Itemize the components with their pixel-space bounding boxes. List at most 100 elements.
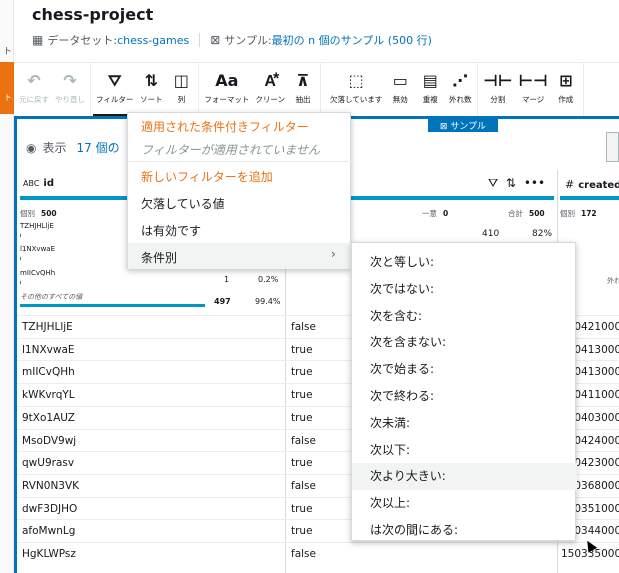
view-label: 表示 — [42, 141, 67, 155]
add-filter-header: 新しいフィルターを追加 — [141, 170, 273, 184]
toolbar-group: ↶ 元に戻す ↷ やり直し — [14, 63, 91, 117]
sort-button[interactable]: ⇅ ソート — [136, 63, 166, 117]
sample-icon: ⊠ — [210, 33, 221, 47]
missing-icon: ⬚ — [348, 71, 364, 90]
split-button[interactable]: ⊣⊢ 分割 — [480, 63, 515, 117]
condition-option[interactable]: 次で終わる: — [352, 383, 577, 410]
redo-button[interactable]: ↷ やり直し — [52, 63, 88, 117]
column-header-created[interactable]: # created — [565, 178, 619, 191]
other-values-percent: 99.4% — [255, 297, 281, 306]
missing-button[interactable]: ⬚ 欠落しています — [327, 63, 385, 117]
toolbar-group: ⛛ フィルター ⇅ ソート ◫ 列 — [91, 63, 200, 117]
applied-filters-header: 適用された条件付きフィルター — [141, 120, 309, 134]
true-count: 410 — [482, 229, 500, 239]
other-values-bar — [20, 304, 205, 307]
invalid-label: 無効 — [392, 95, 408, 104]
condition-option[interactable]: は次の間にある: — [352, 517, 577, 544]
merge-button[interactable]: ⊢⊣ マージ — [516, 63, 551, 117]
dataset-label: データセット: — [47, 34, 118, 47]
condition-option[interactable]: 次以上: — [352, 490, 577, 517]
merge-label: マージ — [521, 95, 545, 104]
side-panel-button[interactable] — [606, 132, 619, 162]
condition-option[interactable]: 次を含まない: — [352, 329, 577, 356]
cell-rated: false — [291, 434, 316, 447]
extract-label: 抽出 — [295, 95, 311, 104]
duplicate-button[interactable]: ▤ 重複 — [415, 63, 445, 117]
column-quality-bar — [560, 196, 619, 200]
cell-rated: true — [291, 457, 313, 470]
format-button[interactable]: Aa フォーマット — [201, 63, 252, 117]
cell-id: 9tXo1AUZ — [22, 411, 75, 424]
nav-active-label: ト — [4, 93, 12, 102]
chevron-right-icon: › — [331, 247, 336, 261]
format-label: フォーマット — [204, 95, 250, 104]
dataset-meta: ▦ データセット: chess-games ⊠ サンプル: 最初の n 個のサン… — [32, 32, 432, 48]
condition-option[interactable]: 次以下: — [352, 437, 577, 464]
condition-option[interactable]: 次より大きい: — [352, 463, 577, 491]
sort-icon: ⇅ — [144, 71, 159, 90]
filter-dropdown: 適用された条件付きフィルター フィルターが適用されていません 新しいフィルターを… — [127, 112, 352, 269]
merge-icon: ⊢⊣ — [518, 71, 548, 90]
clean-icon: A⃰ — [264, 71, 276, 90]
other-values-count: 497 — [214, 297, 231, 306]
cell-rated: true — [291, 389, 313, 402]
toolbar-group: ⊣⊢ 分割 ⊢⊣ マージ ⊞ 作成 — [478, 63, 584, 117]
no-filters-message: フィルターが適用されていません — [141, 143, 321, 157]
condition-option[interactable]: 次で始まる: — [352, 356, 577, 383]
toolbar-group: ⬚ 欠落しています ▭ 無効 ▤ 重複 ⋰ 外れ数 — [321, 63, 479, 117]
filter-missing-values[interactable]: 欠落している値 — [141, 195, 225, 212]
undo-button[interactable]: ↶ 元に戻す — [16, 63, 52, 117]
cell-id: MsoDV9wj — [22, 434, 77, 447]
top-value: l1NXvwaE — [20, 245, 56, 253]
filter-icon[interactable]: ⛛ — [488, 176, 498, 190]
redo-label: やり直し — [55, 95, 85, 104]
column-icon: ◫ — [173, 71, 189, 90]
nav-active-tab[interactable]: ト — [0, 62, 14, 114]
clean-button[interactable]: A⃰ クリーン — [252, 63, 288, 117]
string-type-icon: ABC — [23, 179, 40, 188]
condition-option[interactable]: 次ではない: — [352, 276, 577, 303]
column-button[interactable]: ◫ 列 — [166, 63, 196, 117]
condition-option[interactable]: 次を含む: — [352, 303, 577, 330]
cell-id: mIICvQHh — [22, 366, 75, 379]
filter-is-valid[interactable]: は有効です — [141, 222, 201, 239]
extract-icon: ⊼ — [296, 71, 310, 90]
distinct-stat: 個別 500 — [20, 209, 57, 218]
table-row[interactable]: HgKLWPszfalse1503350000 — [17, 542, 619, 565]
top-value-percent: 0.2% — [258, 275, 279, 284]
clean-label: クリーン — [255, 95, 285, 104]
column-header-id[interactable]: ABC id — [23, 178, 54, 189]
more-icon[interactable]: ••• — [524, 176, 545, 190]
top-value-bar — [20, 257, 21, 260]
top-value: TZHJHLljE — [20, 222, 54, 230]
column-label: 列 — [177, 95, 186, 104]
condition-option[interactable]: 次未満: — [352, 410, 577, 437]
invalid-button[interactable]: ▭ 無効 — [385, 63, 415, 117]
cell-id: HgKLWPsz — [22, 548, 76, 560]
outlier-button[interactable]: ⋰ 外れ数 — [445, 63, 475, 117]
filter-button[interactable]: ⛛ フィルター — [93, 63, 137, 117]
stat-partial: 外れ — [607, 277, 619, 285]
missing-label: 欠落しています — [329, 95, 383, 104]
create-button[interactable]: ⊞ 作成 — [551, 63, 581, 117]
top-value-bar — [20, 234, 21, 237]
filter-icon: ⛛ — [107, 71, 122, 90]
extract-button[interactable]: ⊼ 抽出 — [288, 63, 318, 117]
cell-rated: true — [291, 411, 313, 424]
sort-label: ソート — [140, 95, 163, 104]
cell-rated: true — [291, 525, 313, 538]
dataset-link[interactable]: chess-games — [117, 34, 189, 47]
redo-icon: ↷ — [63, 71, 77, 90]
column-count-link[interactable]: 17 個の — [77, 139, 120, 156]
condition-option[interactable]: 次と等しい: — [352, 249, 577, 276]
sample-link[interactable]: 最初の n 個のサンプル (500 行) — [272, 32, 432, 48]
sort-icon[interactable]: ⇅ — [506, 176, 516, 190]
invalid-icon: ▭ — [392, 71, 408, 90]
sample-label: サンプル: — [224, 34, 272, 47]
table-icon: ▦ — [32, 33, 44, 47]
nav-mark: ト — [3, 47, 13, 57]
create-label: 作成 — [558, 95, 574, 104]
split-icon: ⊣⊢ — [483, 71, 513, 90]
meta-divider — [199, 33, 201, 47]
filter-label: フィルター — [96, 95, 134, 104]
